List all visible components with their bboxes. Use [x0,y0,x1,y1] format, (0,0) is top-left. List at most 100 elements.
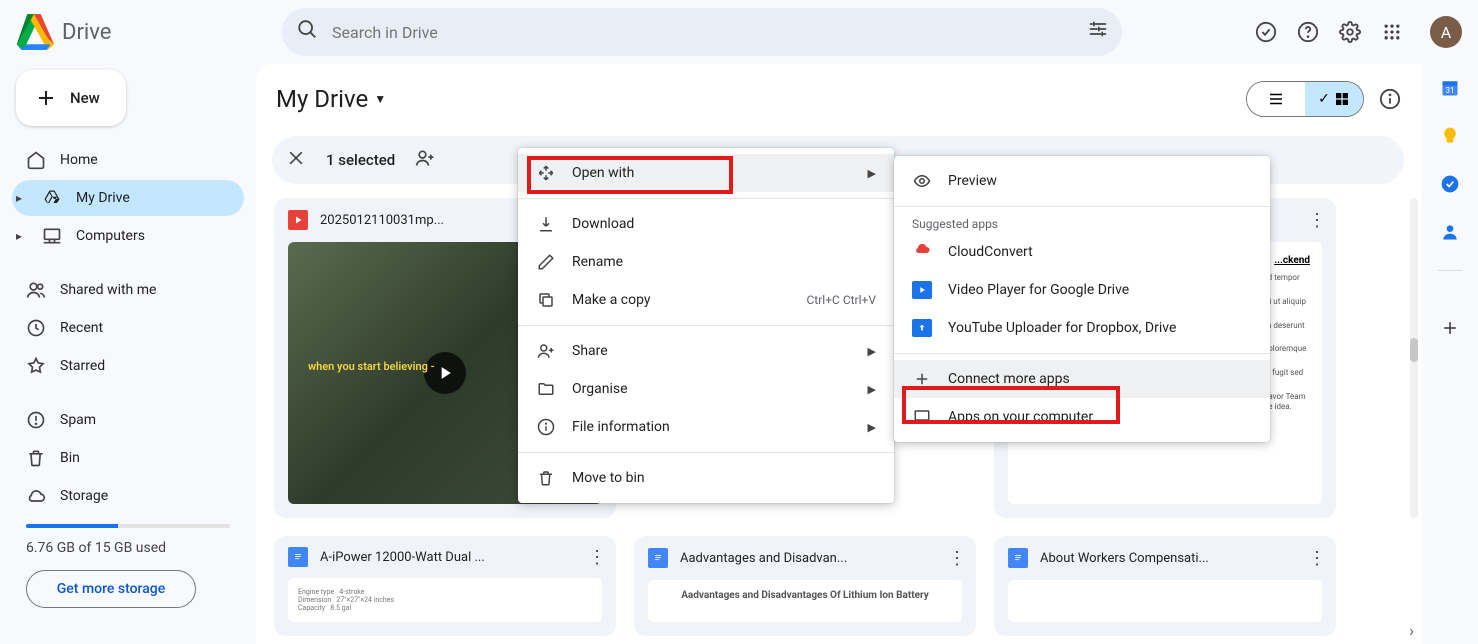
app-header: Drive A [0,0,1478,64]
apps-grid-icon[interactable] [1380,20,1404,44]
submenu-yt-uploader[interactable]: YouTube Uploader for Dropbox, Drive [894,309,1270,347]
page-title[interactable]: My Drive ▼ [276,85,386,113]
rename-icon [536,253,556,271]
chevron-down-icon: ▼ [374,92,386,106]
sidebar-item-recent[interactable]: Recent [12,310,244,346]
file-thumbnail: Aadvantages and Disadvantages Of Lithium… [648,580,962,622]
search-options-icon[interactable] [1088,19,1108,45]
submenu-preview[interactable]: Preview [894,162,1270,200]
thumb-title: Aadvantages and Disadvantages Of Lithium… [658,590,952,601]
app-name: Drive [62,20,111,45]
gear-icon[interactable] [1338,20,1362,44]
file-grid-row: A-iPower 12000-Watt Dual ... ⋮ Engine ty… [256,536,1422,636]
plus-icon [34,86,58,110]
get-storage-button[interactable]: Get more storage [26,570,196,608]
menu-rename[interactable]: Rename [518,243,894,281]
doc-file-icon [648,548,668,568]
submenu-video-player[interactable]: Video Player for Google Drive [894,271,1270,309]
menu-download[interactable]: Download [518,205,894,243]
open-with-submenu: Preview Suggested apps CloudConvert Vide… [894,156,1270,442]
menu-item-label: Preview [948,173,997,189]
menu-item-label: Organise [572,381,628,397]
menu-item-label: Open with [572,165,634,181]
eye-icon [912,172,932,190]
sidebar-item-computers[interactable]: ▸ Computers [12,218,244,254]
search-bar[interactable] [282,8,1122,56]
avatar[interactable]: A [1430,16,1462,48]
file-card[interactable]: About Workers Compensati... ⋮ [994,536,1336,636]
chevron-right-icon: ▶ [868,383,876,396]
menu-item-label: Connect more apps [948,371,1070,387]
sidebar-item-home[interactable]: Home [12,142,244,178]
contacts-app-icon[interactable] [1440,222,1460,242]
info-icon [536,418,556,436]
tasks-app-icon[interactable] [1440,174,1460,194]
menu-file-info[interactable]: File information ▶ [518,408,894,446]
menu-item-label: Move to bin [572,470,645,486]
file-card[interactable]: A-iPower 12000-Watt Dual ... ⋮ Engine ty… [274,536,616,636]
sidebar-item-label: Computers [76,228,145,244]
search-input[interactable] [332,23,1074,42]
menu-organise[interactable]: Organise ▶ [518,370,894,408]
download-icon [536,215,556,233]
menu-item-label: Video Player for Google Drive [948,282,1129,298]
grid-view-button[interactable]: ✓ [1305,82,1363,116]
more-icon[interactable]: ⋮ [1308,210,1326,231]
cloud-icon [26,486,46,506]
keep-app-icon[interactable] [1440,126,1460,146]
submenu-heading: Suggested apps [894,213,1270,233]
sidebar-item-storage[interactable]: Storage [12,478,244,514]
main-header: My Drive ▼ ✓ [256,64,1422,122]
chevron-right-icon: ▶ [868,167,876,180]
file-name: A-iPower 12000-Watt Dual ... [320,550,576,565]
side-panel: 31 [1422,64,1478,644]
new-button[interactable]: New [16,70,126,126]
sidebar-item-mydrive[interactable]: ▸ My Drive [12,180,244,216]
file-name: Aadvantages and Disadvan... [680,551,936,566]
scroll-right-icon[interactable]: › [1409,621,1414,640]
sidebar: New Home ▸ My Drive ▸ Computers Shared w… [0,64,256,644]
menu-item-label: CloudConvert [948,244,1033,260]
menu-item-label: Rename [572,254,623,270]
sidebar-item-shared[interactable]: Shared with me [12,272,244,308]
calendar-app-icon[interactable]: 31 [1440,78,1460,98]
offline-ready-icon[interactable] [1254,20,1278,44]
menu-move-to-bin[interactable]: Move to bin [518,459,894,497]
sidebar-item-label: Home [60,152,98,168]
menu-share[interactable]: Share ▶ [518,332,894,370]
menu-item-label: YouTube Uploader for Dropbox, Drive [948,320,1176,336]
more-icon[interactable]: ⋮ [1308,548,1326,569]
open-with-icon [536,164,556,182]
menu-open-with[interactable]: Open with ▶ [518,154,894,192]
new-button-label: New [70,89,100,107]
submenu-cloudconvert[interactable]: CloudConvert [894,233,1270,271]
logo-area[interactable]: Drive [14,12,274,52]
upload-icon [912,319,932,337]
share-person-icon[interactable] [415,148,435,173]
context-menu: Open with ▶ Download Rename Make a copy … [518,148,894,503]
add-addon-icon[interactable] [1440,318,1460,338]
sidebar-item-starred[interactable]: Starred [12,348,244,384]
info-icon[interactable] [1378,87,1402,111]
close-icon[interactable] [286,148,306,173]
clock-icon [26,318,46,338]
menu-item-label: Make a copy [572,292,651,308]
video-file-icon [288,210,308,230]
view-toggle: ✓ [1246,81,1364,117]
scrollbar-thumb[interactable] [1410,338,1418,362]
submenu-connect-more[interactable]: Connect more apps [894,360,1270,398]
storage-used-text: 6.76 GB of 15 GB used [12,538,244,568]
menu-make-copy[interactable]: Make a copy Ctrl+C Ctrl+V [518,281,894,319]
file-card[interactable]: Aadvantages and Disadvan... ⋮ Aadvantage… [634,536,976,636]
scrollbar[interactable] [1410,198,1418,518]
sidebar-item-bin[interactable]: Bin [12,440,244,476]
more-icon[interactable]: ⋮ [948,548,966,569]
sidebar-item-label: Storage [60,488,108,504]
sidebar-item-spam[interactable]: Spam [12,402,244,438]
help-icon[interactable] [1296,20,1320,44]
submenu-apps-computer[interactable]: Apps on your computer [894,398,1270,436]
list-view-button[interactable] [1247,82,1305,116]
more-icon[interactable]: ⋮ [588,547,606,568]
people-icon [26,280,46,300]
menu-item-label: File information [572,419,670,435]
